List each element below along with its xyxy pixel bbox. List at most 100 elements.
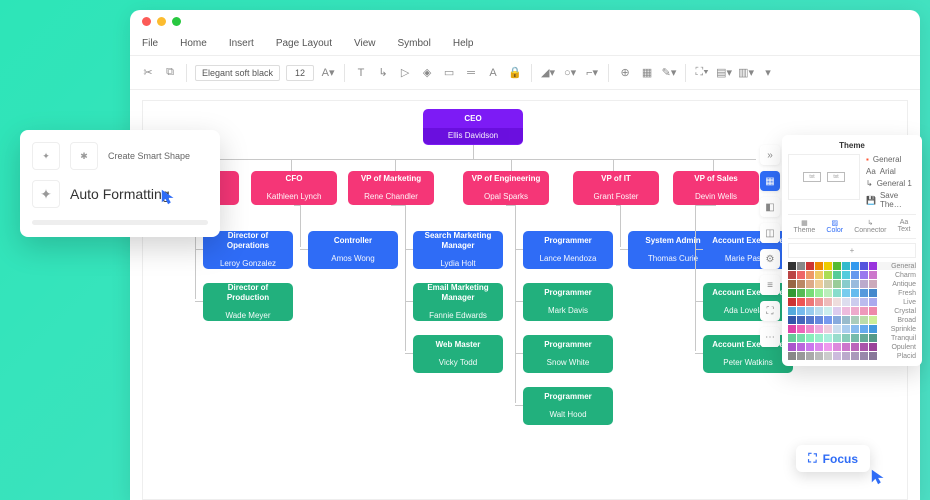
color-swatch[interactable] <box>806 280 814 288</box>
connector-tool-icon[interactable]: ↳ <box>375 65 391 81</box>
color-swatch[interactable] <box>806 352 814 360</box>
color-swatch[interactable] <box>788 262 796 270</box>
color-swatch[interactable] <box>806 334 814 342</box>
color-swatch[interactable] <box>860 343 868 351</box>
color-swatch[interactable] <box>842 271 850 279</box>
color-swatch[interactable] <box>833 298 841 306</box>
tab-connector[interactable]: ↳Connector <box>854 219 886 234</box>
color-swatch[interactable] <box>824 316 832 324</box>
color-swatch[interactable] <box>860 289 868 297</box>
tab-color[interactable]: ▨Color <box>826 219 843 234</box>
color-swatch[interactable] <box>869 262 877 270</box>
org-node-sub[interactable]: Email Marketing ManagerFannie Edwards <box>413 283 503 321</box>
color-swatch[interactable] <box>860 271 868 279</box>
fill-icon[interactable]: ◢▾ <box>540 65 556 81</box>
color-swatch[interactable] <box>833 262 841 270</box>
theme-preview[interactable]: txttxt <box>788 154 860 200</box>
palette-row[interactable]: Charm <box>788 271 916 279</box>
color-swatch[interactable] <box>815 280 823 288</box>
color-swatch[interactable] <box>860 280 868 288</box>
palette-row[interactable]: Sprinkle <box>788 325 916 333</box>
org-node-sub[interactable]: ControllerAmos Wong <box>308 231 398 269</box>
font-size-select[interactable]: 12 <box>286 65 314 81</box>
theme-quick-general1[interactable]: ↳General 1 <box>864 178 916 189</box>
color-swatch[interactable] <box>788 280 796 288</box>
color-swatch[interactable] <box>842 325 850 333</box>
color-swatch[interactable] <box>851 325 859 333</box>
org-node-sub[interactable]: ProgrammerWalt Hood <box>523 387 613 425</box>
color-swatch[interactable] <box>842 316 850 324</box>
grid-icon[interactable]: ▤▾ <box>716 65 732 81</box>
color-swatch[interactable] <box>860 298 868 306</box>
color-swatch[interactable] <box>833 289 841 297</box>
color-swatch[interactable] <box>869 352 877 360</box>
color-swatch[interactable] <box>797 316 805 324</box>
auto-format-icon[interactable]: ✦ <box>32 180 60 208</box>
format-slider[interactable] <box>32 220 208 225</box>
font-color-icon[interactable]: A▾ <box>320 65 336 81</box>
color-swatch[interactable] <box>815 316 823 324</box>
zoom-icon[interactable]: ⊕ <box>617 65 633 81</box>
org-node-ceo[interactable]: CEO Ellis Davidson <box>423 109 523 145</box>
org-node-exec[interactable]: VP of SalesDevin Wells <box>673 171 759 205</box>
color-swatch[interactable] <box>815 298 823 306</box>
color-swatch[interactable] <box>869 280 877 288</box>
menu-file[interactable]: File <box>142 38 158 49</box>
color-swatch[interactable] <box>833 307 841 315</box>
maximize-icon[interactable] <box>172 17 181 26</box>
color-swatch[interactable] <box>851 298 859 306</box>
color-swatch[interactable] <box>869 271 877 279</box>
fit-icon[interactable]: ⛶▾ <box>694 65 710 81</box>
color-swatch[interactable] <box>806 316 814 324</box>
line-tool-icon[interactable]: ═ <box>463 65 479 81</box>
palette-row[interactable]: Opulent <box>788 343 916 351</box>
tab-theme[interactable]: ▦Theme <box>794 219 816 234</box>
org-node-sub[interactable]: Web MasterVicky Todd <box>413 335 503 373</box>
add-palette-button[interactable]: + <box>788 243 916 258</box>
focus-tab-icon[interactable]: ⛶ <box>760 301 780 321</box>
smart-shape-icon[interactable]: ✱ <box>70 142 98 170</box>
color-swatch[interactable] <box>824 280 832 288</box>
palette-row[interactable]: Live <box>788 298 916 306</box>
copy-icon[interactable]: ⧉ <box>162 65 178 81</box>
color-swatch[interactable] <box>788 298 796 306</box>
color-swatch[interactable] <box>824 289 832 297</box>
color-swatch[interactable] <box>824 262 832 270</box>
color-swatch[interactable] <box>860 334 868 342</box>
close-icon[interactable] <box>142 17 151 26</box>
color-swatch[interactable] <box>851 271 859 279</box>
color-swatch[interactable] <box>824 334 832 342</box>
theme-tab-icon[interactable]: ▦ <box>760 171 780 191</box>
palette-row[interactable]: Tranquil <box>788 334 916 342</box>
color-swatch[interactable] <box>797 334 805 342</box>
pointer-tool-icon[interactable]: ▷ <box>397 65 413 81</box>
color-swatch[interactable] <box>824 343 832 351</box>
color-swatch[interactable] <box>833 280 841 288</box>
color-swatch[interactable] <box>824 271 832 279</box>
color-swatch[interactable] <box>851 262 859 270</box>
theme-quick-save[interactable]: 💾Save The… <box>864 190 916 210</box>
color-swatch[interactable] <box>869 334 877 342</box>
color-swatch[interactable] <box>851 343 859 351</box>
color-swatch[interactable] <box>842 289 850 297</box>
color-swatch[interactable] <box>842 298 850 306</box>
org-node-sub[interactable]: Director of OperationsLeroy Gonzalez <box>203 231 293 269</box>
color-swatch[interactable] <box>815 334 823 342</box>
color-swatch[interactable] <box>851 289 859 297</box>
color-swatch[interactable] <box>860 307 868 315</box>
shape-tool-icon[interactable]: ▭ <box>441 65 457 81</box>
color-swatch[interactable] <box>788 352 796 360</box>
lock-icon[interactable]: 🔒 <box>507 65 523 81</box>
color-swatch[interactable] <box>851 280 859 288</box>
org-node-exec[interactable]: VP of ITGrant Foster <box>573 171 659 205</box>
color-swatch[interactable] <box>788 325 796 333</box>
color-swatch[interactable] <box>851 334 859 342</box>
color-swatch[interactable] <box>797 352 805 360</box>
org-node-sub[interactable]: ProgrammerMark Davis <box>523 283 613 321</box>
layout-tab-icon[interactable]: ◫ <box>760 223 780 243</box>
color-swatch[interactable] <box>842 352 850 360</box>
org-node-exec[interactable]: CFOKathleen Lynch <box>251 171 337 205</box>
color-swatch[interactable] <box>860 352 868 360</box>
edit-icon[interactable]: ✎▾ <box>661 65 677 81</box>
color-swatch[interactable] <box>806 289 814 297</box>
